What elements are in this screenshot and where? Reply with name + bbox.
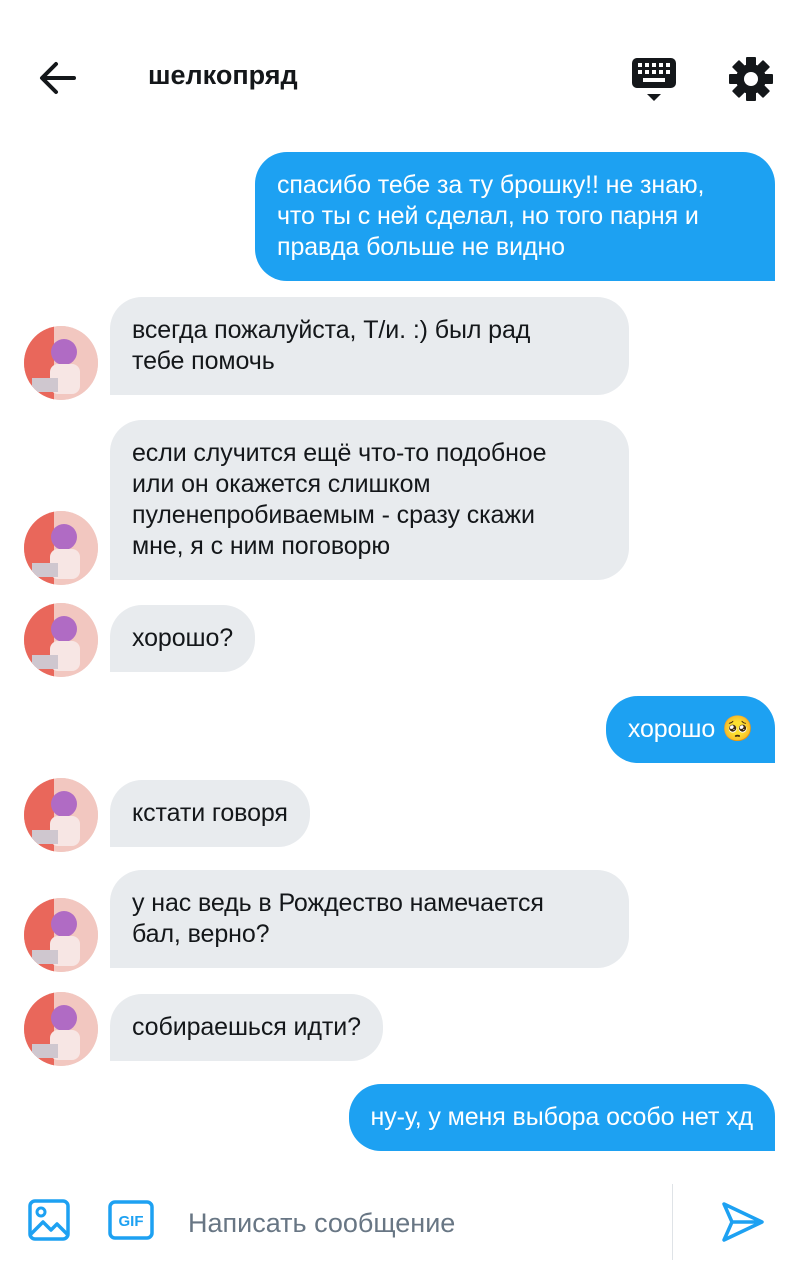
message-bubble-incoming[interactable]: собираешься идти? <box>110 994 383 1061</box>
image-icon <box>28 1199 70 1241</box>
message-bubble-outgoing[interactable]: спасибо тебе за ту брошку!! не знаю, что… <box>255 152 775 281</box>
message-input[interactable] <box>186 1200 660 1246</box>
message-list: спасибо тебе за ту брошку!! не знаю, что… <box>0 0 800 1170</box>
avatar[interactable] <box>24 898 98 972</box>
gif-button[interactable]: GIF <box>108 1200 154 1240</box>
avatar[interactable] <box>24 603 98 677</box>
avatar[interactable] <box>24 992 98 1066</box>
send-button[interactable] <box>718 1198 766 1246</box>
message-bubble-incoming[interactable]: всегда пожалуйста, Т/и. :) был рад тебе … <box>110 297 629 395</box>
svg-text:GIF: GIF <box>119 1213 144 1230</box>
message-composer: GIF <box>0 1172 800 1280</box>
attach-image-button[interactable] <box>27 1198 71 1242</box>
divider <box>672 1184 673 1260</box>
gif-icon: GIF <box>108 1200 154 1240</box>
avatar[interactable] <box>24 326 98 400</box>
message-bubble-incoming[interactable]: у нас ведь в Рождество намечается бал, в… <box>110 870 629 968</box>
message-bubble-incoming[interactable]: кстати говоря <box>110 780 310 847</box>
avatar[interactable] <box>24 778 98 852</box>
message-bubble-incoming[interactable]: хорошо? <box>110 605 256 672</box>
message-bubble-incoming[interactable]: если случится ещё что-то подобное или он… <box>110 420 629 580</box>
avatar[interactable] <box>24 511 98 585</box>
message-bubble-outgoing[interactable]: ну-у, у меня выбора особо нет хд <box>348 1084 775 1151</box>
send-icon <box>722 1202 764 1242</box>
message-bubble-outgoing[interactable]: хорошо 🥺 <box>605 696 775 763</box>
